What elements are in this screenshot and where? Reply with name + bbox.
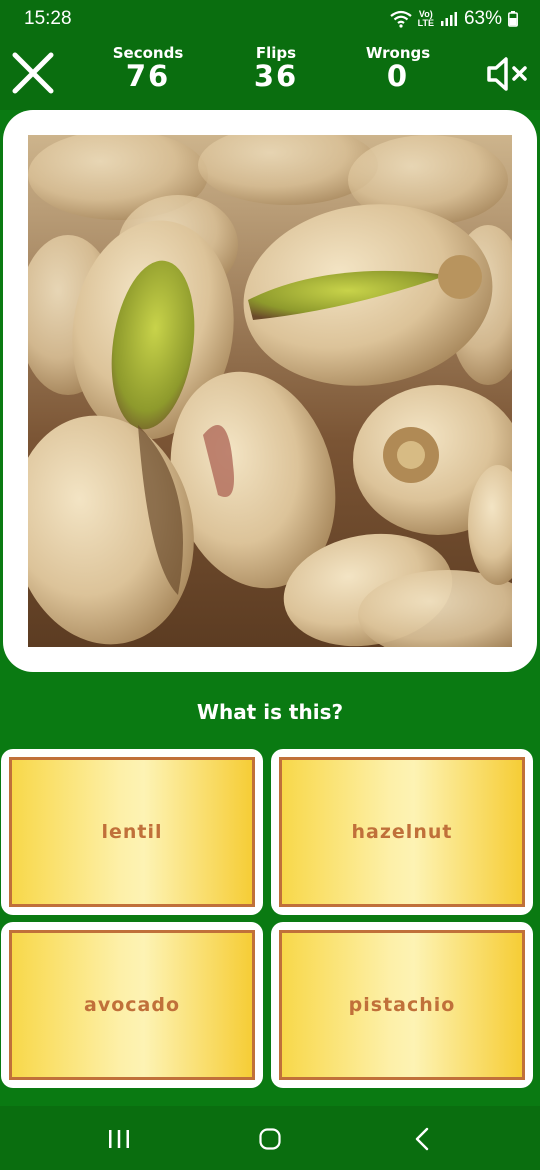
image-card (3, 110, 537, 672)
answer-option-2-label: hazelnut (279, 757, 525, 907)
answer-option-1-label: lentil (9, 757, 255, 907)
answer-option-4[interactable]: pistachio (271, 922, 533, 1088)
back-icon (415, 1127, 429, 1151)
system-nav-bar (0, 1106, 540, 1170)
status-icons: Vo) LTE 63% (389, 8, 518, 30)
game-header: Seconds 76 Flips 36 Wrongs 0 (0, 40, 540, 110)
home-icon (259, 1128, 281, 1150)
back-button[interactable] (402, 1124, 442, 1154)
stat-wrongs: Wrongs 0 (360, 44, 436, 93)
close-icon (12, 52, 54, 94)
recents-button[interactable] (99, 1124, 139, 1154)
battery-icon (508, 11, 518, 27)
stat-flips-value: 36 (253, 59, 299, 93)
answer-option-2[interactable]: hazelnut (271, 749, 533, 915)
question-text: What is this? (196, 700, 344, 724)
wifi-icon (389, 10, 412, 28)
network-badge: Vo) LTE (417, 9, 434, 28)
signal-icon (440, 12, 457, 26)
answer-option-3-label: avocado (9, 930, 255, 1080)
battery-percent: 63% (463, 8, 502, 29)
recents-icon (109, 1130, 129, 1148)
status-bar: 15:28 Vo) LTE 63% (0, 0, 540, 40)
home-button[interactable] (250, 1124, 290, 1154)
stat-seconds-value: 76 (125, 59, 171, 93)
mute-button[interactable] (486, 54, 530, 94)
answer-option-4-label: pistachio (279, 930, 525, 1080)
stat-flips: Flips 36 (238, 44, 314, 93)
stat-wrongs-value: 0 (386, 59, 410, 93)
answer-option-3[interactable]: avocado (1, 922, 263, 1088)
pistachio-photo (28, 135, 512, 647)
answer-option-1[interactable]: lentil (1, 749, 263, 915)
status-time: 15:28 (24, 8, 72, 29)
stat-seconds: Seconds 76 (108, 44, 188, 93)
close-button[interactable] (10, 50, 56, 96)
mute-icon (487, 57, 527, 91)
